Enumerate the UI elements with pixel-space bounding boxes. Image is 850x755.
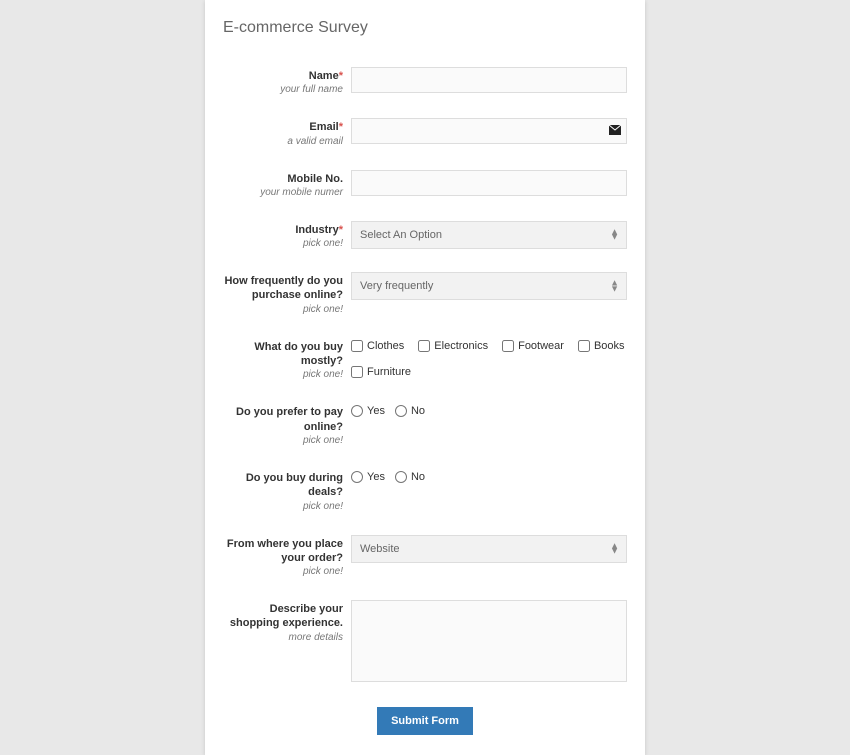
field-name: Name* your full name [223,67,627,96]
orderfrom-hint: pick one! [223,565,343,578]
field-orderfrom: From where you place your order? pick on… [223,535,627,579]
form-title: E-commerce Survey [223,19,627,37]
payonline-no[interactable]: No [395,405,425,417]
field-mobile: Mobile No. your mobile numer [223,170,627,199]
frequency-select[interactable]: Very frequently [351,272,627,300]
deals-yes[interactable]: Yes [351,471,385,483]
field-experience: Describe your shopping experience. more … [223,600,627,685]
field-frequency: How frequently do you purchase online? p… [223,272,627,316]
name-hint: your full name [223,83,343,96]
email-hint: a valid email [223,135,343,148]
experience-textarea[interactable] [351,600,627,682]
experience-label: Describe your shopping experience. [223,602,343,631]
payonline-label: Do you prefer to pay online? [223,405,343,434]
survey-form: E-commerce Survey Name* your full name E… [205,0,645,755]
frequency-hint: pick one! [223,303,343,316]
mobile-input[interactable] [351,170,627,196]
mobile-label: Mobile No. [223,172,343,186]
name-input[interactable] [351,67,627,93]
checkbox-clothes[interactable]: Clothes [351,340,404,352]
field-payonline: Do you prefer to pay online? pick one! Y… [223,403,627,447]
deals-no[interactable]: No [395,471,425,483]
field-industry: Industry* pick one! Select An Option ▲▼ [223,221,627,250]
industry-label: Industry* [223,223,343,237]
buymostly-label: What do you buy mostly? [223,340,343,369]
payonline-yes[interactable]: Yes [351,405,385,417]
experience-hint: more details [223,631,343,644]
email-input[interactable] [351,118,627,144]
frequency-label: How frequently do you purchase online? [223,274,343,303]
orderfrom-label: From where you place your order? [223,537,343,566]
field-email: Email* a valid email [223,118,627,147]
industry-hint: pick one! [223,237,343,250]
submit-row: Submit Form [223,707,627,735]
checkbox-books[interactable]: Books [578,340,625,352]
submit-button[interactable]: Submit Form [377,707,473,735]
checkbox-furniture[interactable]: Furniture [351,366,627,378]
payonline-radio-group: Yes No [351,403,627,417]
name-label: Name* [223,69,343,83]
field-deals: Do you buy during deals? pick one! Yes N… [223,469,627,513]
payonline-hint: pick one! [223,434,343,447]
deals-label: Do you buy during deals? [223,471,343,500]
mobile-hint: your mobile numer [223,186,343,199]
deals-hint: pick one! [223,500,343,513]
checkbox-footwear[interactable]: Footwear [502,340,564,352]
industry-select[interactable]: Select An Option [351,221,627,249]
buymostly-hint: pick one! [223,368,343,381]
buymostly-checkbox-group: Clothes Electronics Footwear Books Furni… [351,338,627,378]
field-buymostly: What do you buy mostly? pick one! Clothe… [223,338,627,382]
deals-radio-group: Yes No [351,469,627,483]
checkbox-electronics[interactable]: Electronics [418,340,488,352]
email-label: Email* [223,120,343,134]
orderfrom-select[interactable]: Website [351,535,627,563]
